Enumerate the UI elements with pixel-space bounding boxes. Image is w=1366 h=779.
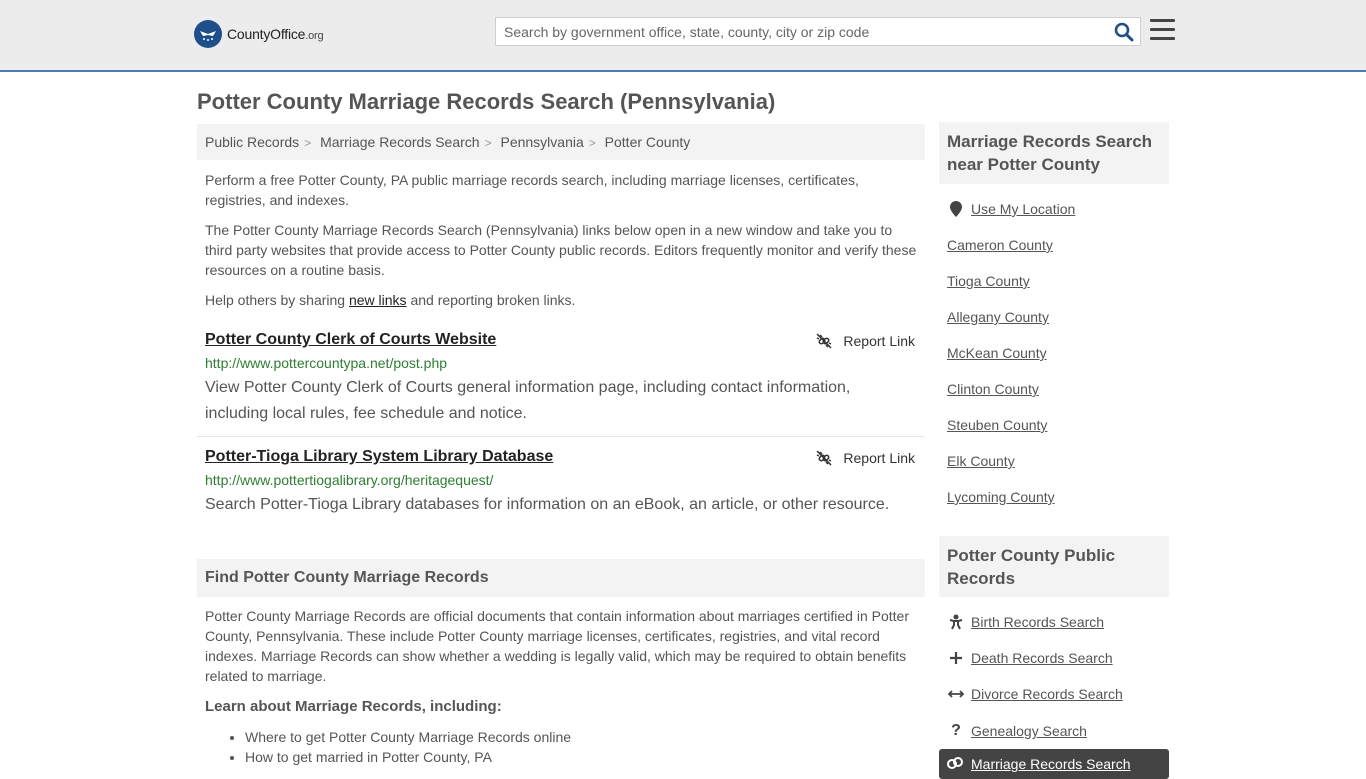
new-links-link[interactable]: new links [349,292,407,308]
report-link-button[interactable]: Report Link [816,450,915,466]
question-icon: ? [951,722,961,739]
broken-link-icon [816,333,832,349]
breadcrumb: Public Records > Marriage Records Search >… [197,124,925,160]
resource-link-item: Potter-Tioga Library System Library Data… [197,448,925,518]
search-icon[interactable] [1114,22,1134,42]
list-item: How to get married in Potter County, PA [245,747,571,767]
find-records-paragraph: Potter County Marriage Records are offic… [205,608,909,684]
intro-paragraph-1: Perform a free Potter County, PA public … [205,172,859,208]
baby-icon [947,614,965,630]
breadcrumb-marriage-records[interactable]: Marriage Records Search [320,134,480,150]
site-header: CountyOffice.org [0,0,1366,72]
nearby-county-link[interactable]: Steuben County [947,417,1047,433]
logo-eagle-icon [194,20,222,48]
location-pin-icon [947,201,965,217]
divorce-records-link[interactable]: Divorce Records Search [947,686,1123,702]
nearby-county-link[interactable]: McKean County [947,345,1047,361]
chevron-right-icon: > [304,136,312,150]
intro-paragraph-2: The Potter County Marriage Records Searc… [205,222,917,278]
nearby-county-link[interactable]: Allegany County [947,309,1049,325]
divider [197,436,925,437]
site-logo[interactable]: CountyOffice.org [194,20,324,48]
resource-link-item: Potter County Clerk of Courts Website Re… [197,331,925,431]
find-records-header: Find Potter County Marriage Records [197,559,925,597]
resource-link-title[interactable]: Potter County Clerk of Courts Website [205,331,496,349]
breadcrumb-pennsylvania[interactable]: Pennsylvania [500,134,583,150]
list-item: Where to get Potter County Marriage Reco… [245,727,571,747]
broken-link-icon [816,450,832,466]
death-records-link[interactable]: Death Records Search [947,650,1113,666]
cross-icon [947,651,965,665]
resource-link-title[interactable]: Potter-Tioga Library System Library Data… [205,448,553,466]
chevron-right-icon: > [588,136,596,150]
marriage-records-active-link[interactable]: Marriage Records Search [939,749,1169,779]
rings-icon [947,756,965,773]
breadcrumb-public-records[interactable]: Public Records [205,134,299,150]
nearby-county-link[interactable]: Cameron County [947,237,1053,253]
page-title: Potter County Marriage Records Search (P… [197,89,776,114]
birth-records-link[interactable]: Birth Records Search [947,614,1104,630]
learn-title: Learn about Marriage Records, including: [205,698,502,715]
resource-link-description: View Potter County Clerk of Courts gener… [205,379,851,422]
genealogy-search-link[interactable]: ? Genealogy Search [947,722,1087,740]
nearby-title: Marriage Records Search near Potter Coun… [939,122,1169,184]
hamburger-menu-icon[interactable] [1150,19,1175,43]
split-arrows-icon [947,688,965,700]
logo-text: CountyOffice.org [227,26,324,42]
nearby-county-link[interactable]: Clinton County [947,381,1039,397]
resource-link-description: Search Potter-Tioga Library databases fo… [205,496,890,513]
search-bar [495,17,1141,46]
chevron-right-icon: > [484,136,492,150]
breadcrumb-potter-county[interactable]: Potter County [605,134,691,150]
nearby-county-link[interactable]: Tioga County [947,273,1030,289]
resource-link-url: http://www.pottertiogalibrary.org/herita… [205,472,494,488]
search-input[interactable] [496,18,1096,45]
use-location-link[interactable]: Use My Location [947,201,1075,217]
intro-paragraph-3: Help others by sharing new links and rep… [205,292,576,308]
resource-link-url: http://www.pottercountypa.net/post.php [205,355,448,371]
report-link-button[interactable]: Report Link [816,333,915,349]
public-records-title: Potter County Public Records [939,536,1169,597]
nearby-county-link[interactable]: Lycoming County [947,489,1055,505]
learn-list: Where to get Potter County Marriage Reco… [245,727,571,767]
nearby-county-link[interactable]: Elk County [947,453,1015,469]
